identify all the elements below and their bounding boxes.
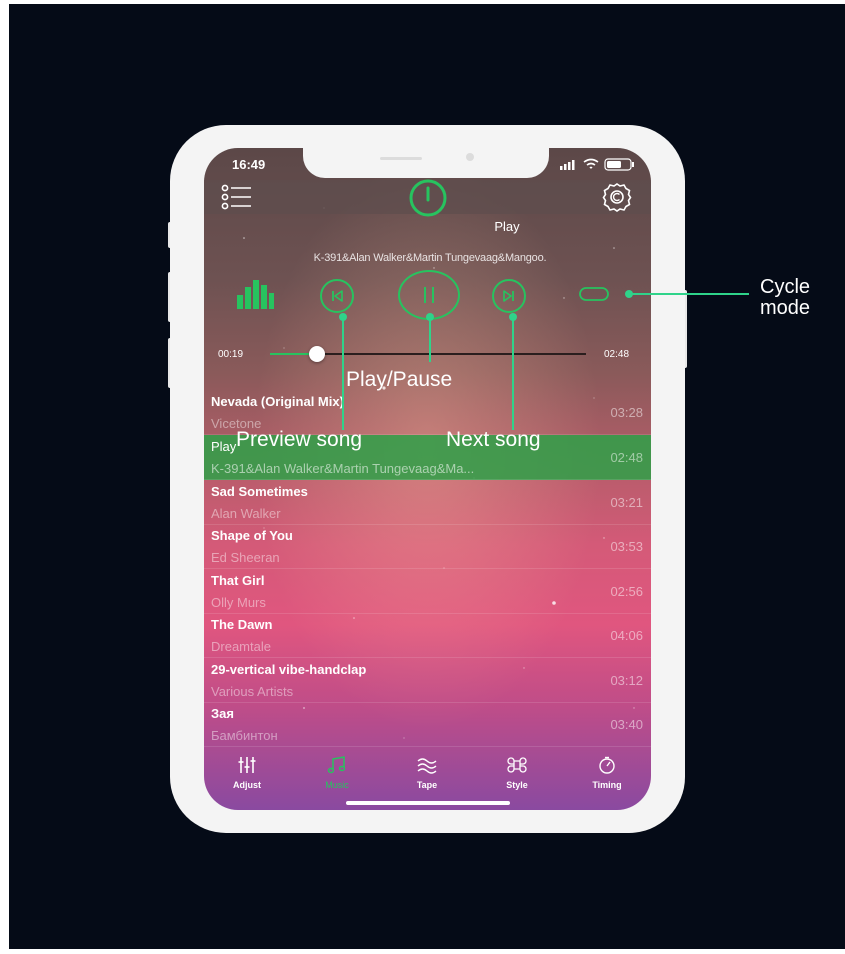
song-artist: Various Artists xyxy=(211,684,294,699)
cycle-callout-line xyxy=(631,293,749,295)
home-indicator xyxy=(346,801,510,805)
song-title: Sad Sometimes xyxy=(211,484,308,499)
tab-style[interactable]: Style xyxy=(482,756,552,790)
elapsed-time: 00:19 xyxy=(218,349,244,360)
now-playing-artist: K-391&Alan Walker&Martin Tungevaag&Mango… xyxy=(313,252,547,264)
tab-adjust[interactable]: Adjust xyxy=(212,756,282,790)
song-duration: 03:21 xyxy=(610,495,643,510)
song-row[interactable]: That Girl Olly Murs 02:56 xyxy=(204,569,651,614)
status-time: 16:49 xyxy=(232,157,266,172)
skip-previous-icon xyxy=(332,290,343,302)
cycle-callout-line1: Cycle xyxy=(760,276,811,298)
equalizer-button[interactable] xyxy=(234,278,276,310)
pause-icon xyxy=(424,287,434,303)
tab-label: Tape xyxy=(416,780,438,790)
repeat-icon xyxy=(579,287,609,301)
status-icons xyxy=(560,158,634,171)
song-artist: Ed Sheeran xyxy=(211,550,280,565)
tab-label: Style xyxy=(506,780,528,790)
preview-callout-label: Preview song xyxy=(236,428,363,451)
settings-button[interactable] xyxy=(600,182,634,212)
song-title: The Dawn xyxy=(211,617,273,632)
gear-icon xyxy=(602,183,632,212)
cycle-callout-line2: mode xyxy=(760,297,811,319)
cycle-callout-dot xyxy=(625,290,633,298)
song-artist: Alan Walker xyxy=(211,506,281,521)
skip-next-icon xyxy=(503,290,514,302)
next-callout-label: Next song xyxy=(446,428,541,451)
preview-callout-dot xyxy=(339,313,347,321)
tab-label: Timing xyxy=(592,780,622,790)
tape-waves-icon xyxy=(417,758,437,774)
song-artist: Olly Murs xyxy=(211,595,266,610)
song-title: 29-vertical vibe-handclap xyxy=(211,662,367,677)
song-duration: 03:40 xyxy=(610,717,643,732)
play-pause-callout-label: Play/Pause xyxy=(346,368,453,391)
song-title: Play xyxy=(211,439,237,454)
song-row[interactable]: The Dawn Dreamtale 04:06 xyxy=(204,613,651,658)
song-row[interactable]: 29-vertical vibe-handclap Various Artist… xyxy=(204,658,651,703)
power-icon xyxy=(409,179,447,217)
play-pause-callout-dot xyxy=(426,313,434,321)
total-time: 02:48 xyxy=(604,349,630,360)
wifi-icon xyxy=(583,158,599,169)
song-row[interactable]: Зая Бамбинтон 03:40 xyxy=(204,702,651,747)
front-camera xyxy=(466,153,474,161)
song-duration: 03:12 xyxy=(610,673,643,688)
cycle-mode-button[interactable] xyxy=(576,282,612,306)
song-artist: Бамбинтон xyxy=(211,728,278,743)
menu-list-button[interactable] xyxy=(218,183,254,211)
song-duration: 04:06 xyxy=(610,628,643,643)
tab-music[interactable]: Music xyxy=(302,756,372,790)
sliders-icon xyxy=(238,757,256,773)
earpiece-speaker xyxy=(380,157,422,160)
list-icon xyxy=(221,184,251,210)
play-pause-callout-line xyxy=(429,318,431,362)
next-song-button[interactable] xyxy=(492,279,526,313)
next-callout-dot xyxy=(509,313,517,321)
music-note-icon xyxy=(327,756,346,774)
tab-tape[interactable]: Tape xyxy=(392,756,462,790)
preview-callout-line xyxy=(342,318,344,430)
previous-song-button[interactable] xyxy=(320,279,354,313)
timer-icon xyxy=(599,756,615,774)
song-duration: 02:56 xyxy=(610,584,643,599)
song-title: Shape of You xyxy=(211,528,293,543)
song-artist: Dreamtale xyxy=(211,639,271,654)
song-artist: K-391&Alan Walker&Martin Tungevaag&Ma... xyxy=(211,461,475,476)
tab-label: Music xyxy=(325,780,349,790)
song-duration: 03:28 xyxy=(610,405,643,420)
song-row[interactable]: Sad Sometimes Alan Walker 03:21 xyxy=(204,480,651,525)
song-duration: 03:53 xyxy=(610,539,643,554)
command-icon xyxy=(507,757,527,773)
battery-icon xyxy=(604,158,634,171)
notch xyxy=(303,148,549,178)
bottom-tab-bar: Adjust Music Tape Style Timing xyxy=(204,750,651,792)
signal-icon xyxy=(560,160,575,170)
song-duration: 02:48 xyxy=(610,450,643,465)
song-row[interactable]: Shape of You Ed Sheeran 03:53 xyxy=(204,524,651,569)
now-playing-title: Play xyxy=(494,219,520,234)
tab-label: Adjust xyxy=(233,780,261,790)
power-toggle-button[interactable] xyxy=(408,178,448,218)
song-title: Зая xyxy=(211,706,234,721)
song-title: That Girl xyxy=(211,573,265,588)
cycle-callout-label: Cycle mode xyxy=(760,277,810,319)
equalizer-bars-icon xyxy=(237,280,274,309)
tab-timing[interactable]: Timing xyxy=(572,756,642,790)
song-title: Nevada (Original Mix) xyxy=(211,394,344,409)
next-callout-line xyxy=(512,318,514,430)
